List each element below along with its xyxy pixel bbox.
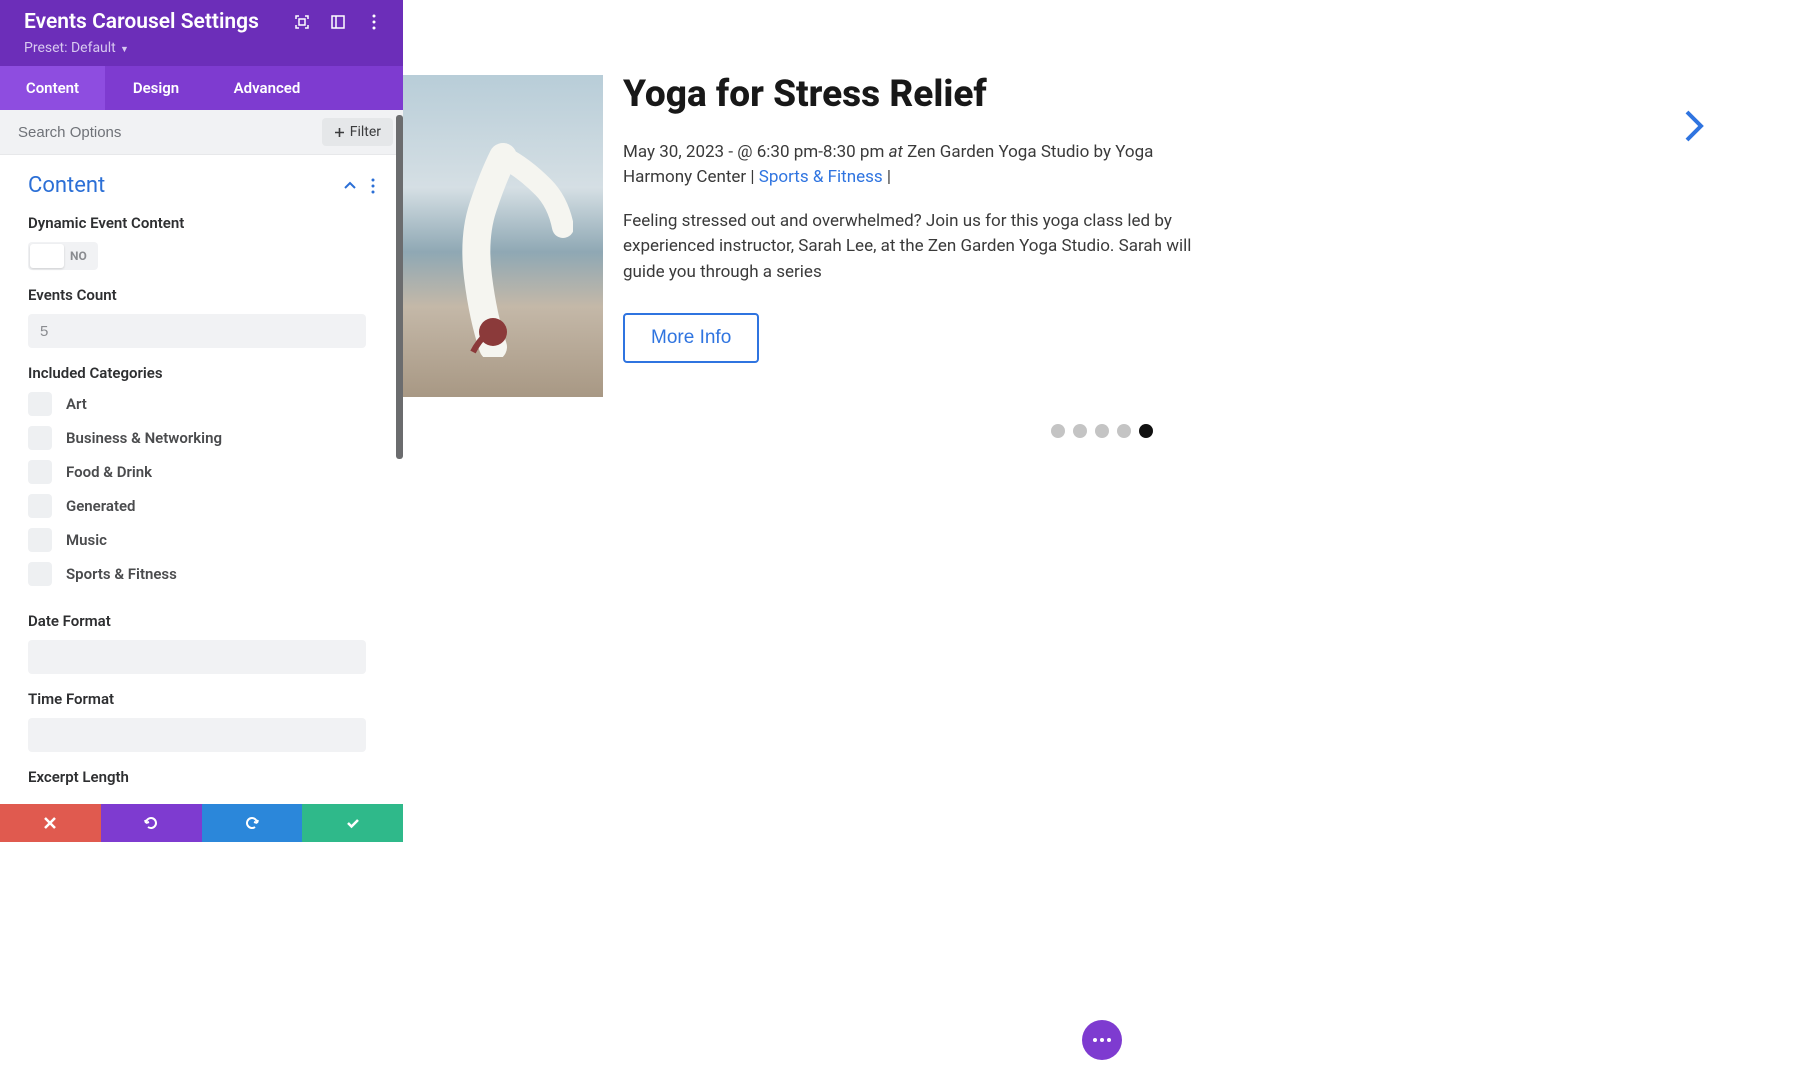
pagination-dot[interactable]	[1095, 424, 1109, 438]
field-included-categories: Included Categories Art Business & Netwo…	[0, 348, 403, 586]
field-time-format: Time Format	[0, 674, 403, 752]
section-more-icon[interactable]	[371, 178, 375, 194]
tab-content[interactable]: Content	[0, 66, 105, 110]
fullscreen-icon[interactable]	[293, 13, 311, 31]
field-label: Events Count	[28, 286, 375, 304]
event-title: Yoga for Stress Relief	[623, 75, 1213, 116]
cancel-button[interactable]	[0, 804, 101, 842]
bottom-action-bar	[0, 804, 403, 842]
tab-advanced[interactable]: Advanced	[207, 66, 327, 110]
checkbox[interactable]	[28, 392, 52, 416]
ellipsis-icon	[1093, 1038, 1111, 1042]
checkbox[interactable]	[28, 528, 52, 552]
checkbox[interactable]	[28, 460, 52, 484]
checkbox[interactable]	[28, 494, 52, 518]
event-carousel: Yoga for Stress Relief May 30, 2023 - @ …	[403, 75, 1800, 397]
checkbox[interactable]	[28, 562, 52, 586]
time-format-input[interactable]	[28, 718, 366, 752]
category-label: Food & Drink	[66, 463, 152, 481]
event-date: May 30, 2023	[623, 142, 724, 162]
event-details: Yoga for Stress Relief May 30, 2023 - @ …	[603, 75, 1253, 363]
close-icon	[43, 816, 57, 830]
event-description: Feeling stressed out and overwhelmed? Jo…	[623, 209, 1213, 286]
preview-area: Yoga for Stress Relief May 30, 2023 - @ …	[403, 0, 1800, 1083]
at-word: at	[889, 142, 903, 162]
panel-header: Events Carousel Settings Preset: Default…	[0, 0, 403, 66]
carousel-next-button[interactable]	[1683, 108, 1705, 148]
tab-design[interactable]: Design	[105, 66, 207, 110]
date-format-input[interactable]	[28, 640, 366, 674]
redo-button[interactable]	[202, 804, 303, 842]
pagination-dot[interactable]	[1073, 424, 1087, 438]
caret-down-icon: ▼	[118, 45, 129, 55]
more-icon[interactable]	[365, 13, 383, 31]
more-info-button[interactable]: More Info	[623, 313, 759, 363]
section-header[interactable]: Content	[0, 173, 403, 198]
event-venue: Zen Garden Yoga Studio	[907, 142, 1089, 162]
category-label: Sports & Fitness	[66, 565, 177, 583]
check-icon	[345, 815, 361, 831]
category-row[interactable]: Art	[28, 392, 375, 416]
event-image	[403, 75, 603, 397]
field-label: Date Format	[28, 612, 375, 630]
events-count-input[interactable]	[28, 314, 366, 348]
toggle-knob	[30, 244, 64, 268]
category-label: Generated	[66, 497, 136, 515]
preset-selector[interactable]: Preset: Default ▼	[24, 40, 383, 56]
yoga-figure-illustration	[433, 117, 573, 357]
save-button[interactable]	[302, 804, 403, 842]
panel-title: Events Carousel Settings	[24, 10, 259, 34]
chevron-up-icon[interactable]	[343, 179, 357, 193]
field-events-count: Events Count	[0, 270, 403, 348]
event-category-link[interactable]: Sports & Fitness	[759, 167, 883, 187]
preset-label: Preset: Default	[24, 40, 116, 56]
carousel-pagination	[1051, 424, 1153, 438]
filter-label: Filter	[350, 124, 381, 140]
event-time: @ 6:30 pm-8:30 pm	[737, 142, 884, 162]
field-date-format: Date Format	[0, 596, 403, 674]
by-word: by	[1093, 142, 1111, 162]
category-row[interactable]: Sports & Fitness	[28, 562, 375, 586]
dynamic-toggle[interactable]: NO	[28, 242, 98, 270]
checkbox[interactable]	[28, 426, 52, 450]
category-row[interactable]: Food & Drink	[28, 460, 375, 484]
field-label: Dynamic Event Content	[28, 214, 375, 232]
pagination-dot[interactable]	[1117, 424, 1131, 438]
section-title: Content	[28, 173, 105, 198]
scrollbar-thumb[interactable]	[396, 115, 403, 459]
undo-button[interactable]	[101, 804, 202, 842]
field-label: Included Categories	[28, 364, 375, 382]
category-label: Music	[66, 531, 107, 549]
layout-icon[interactable]	[329, 13, 347, 31]
category-row[interactable]: Business & Networking	[28, 426, 375, 450]
filter-button[interactable]: Filter	[322, 118, 393, 146]
field-label: Excerpt Length	[28, 768, 375, 786]
search-input[interactable]	[18, 124, 322, 141]
undo-icon	[143, 815, 159, 831]
category-row[interactable]: Music	[28, 528, 375, 552]
event-meta: May 30, 2023 - @ 6:30 pm-8:30 pm at Zen …	[623, 140, 1213, 191]
redo-icon	[244, 815, 260, 831]
field-label: Time Format	[28, 690, 375, 708]
category-row[interactable]: Generated	[28, 494, 375, 518]
plus-icon	[334, 127, 345, 138]
pagination-dot-active[interactable]	[1139, 424, 1153, 438]
content-scroll[interactable]: Content Dynamic Event Content NO Events …	[0, 155, 403, 842]
toggle-label: NO	[70, 249, 87, 263]
settings-sidebar: Events Carousel Settings Preset: Default…	[0, 0, 403, 842]
search-row: Filter	[0, 110, 403, 155]
chevron-right-icon	[1683, 108, 1705, 144]
category-label: Business & Networking	[66, 429, 222, 447]
tab-bar: Content Design Advanced	[0, 66, 403, 110]
category-label: Art	[66, 395, 87, 413]
floating-action-button[interactable]	[1082, 1020, 1122, 1060]
field-excerpt-length: Excerpt Length	[0, 752, 403, 800]
field-dynamic-event: Dynamic Event Content NO	[0, 198, 403, 270]
pagination-dot[interactable]	[1051, 424, 1065, 438]
